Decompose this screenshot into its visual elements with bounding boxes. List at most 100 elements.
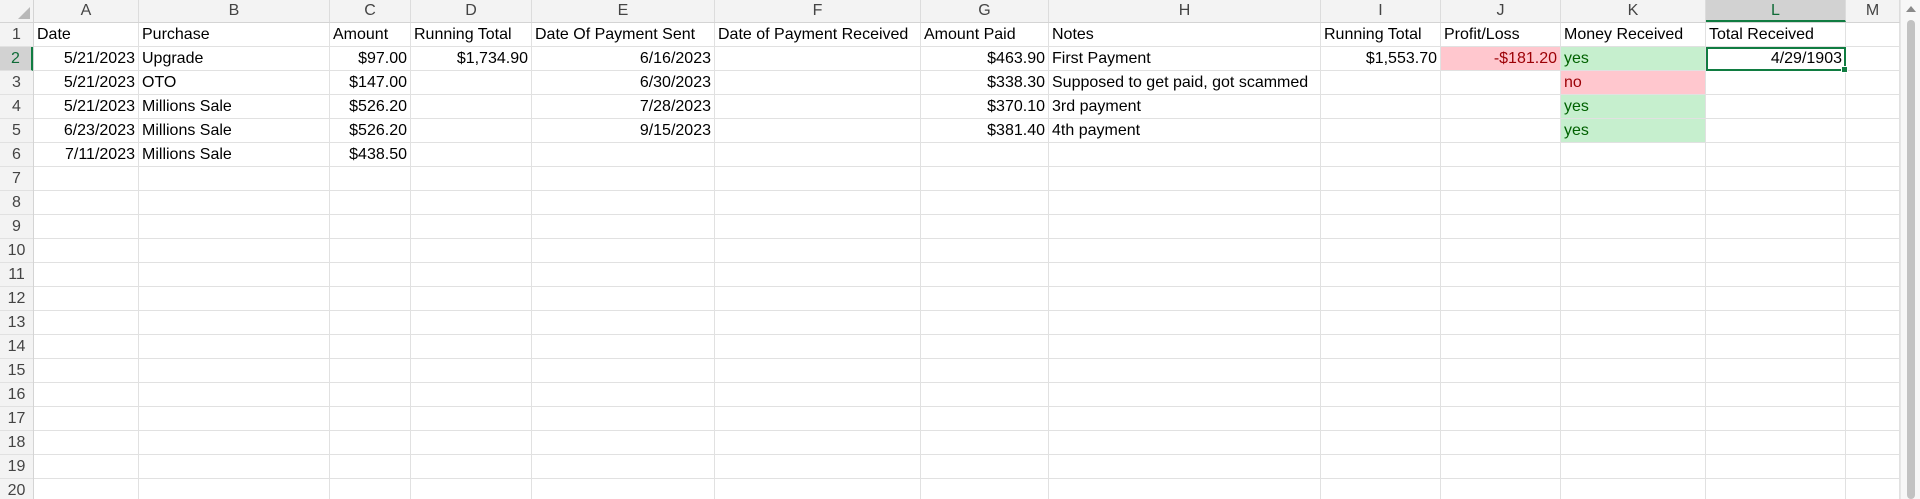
cell-a9[interactable]: [34, 215, 139, 239]
cell-m6[interactable]: [1846, 143, 1900, 167]
cell-j1[interactable]: Profit/Loss: [1441, 23, 1561, 47]
cell-d11[interactable]: [411, 263, 532, 287]
cell-c9[interactable]: [330, 215, 411, 239]
cell-i14[interactable]: [1321, 335, 1441, 359]
select-all-button[interactable]: [0, 0, 34, 23]
cell-m13[interactable]: [1846, 311, 1900, 335]
cell-i1[interactable]: Running Total: [1321, 23, 1441, 47]
cell-m15[interactable]: [1846, 359, 1900, 383]
cell-k9[interactable]: [1561, 215, 1706, 239]
cell-h20[interactable]: [1049, 479, 1321, 499]
cell-b3[interactable]: OTO: [139, 71, 330, 95]
cell-e10[interactable]: [532, 239, 715, 263]
cell-g14[interactable]: [921, 335, 1049, 359]
cell-c2[interactable]: $97.00: [330, 47, 411, 71]
cell-e5[interactable]: 9/15/2023: [532, 119, 715, 143]
cell-f13[interactable]: [715, 311, 921, 335]
cell-a3[interactable]: 5/21/2023: [34, 71, 139, 95]
cell-g3[interactable]: $338.30: [921, 71, 1049, 95]
cell-a17[interactable]: [34, 407, 139, 431]
cell-k11[interactable]: [1561, 263, 1706, 287]
cell-a11[interactable]: [34, 263, 139, 287]
cell-c14[interactable]: [330, 335, 411, 359]
cell-a8[interactable]: [34, 191, 139, 215]
cell-e12[interactable]: [532, 287, 715, 311]
cell-f10[interactable]: [715, 239, 921, 263]
cell-d9[interactable]: [411, 215, 532, 239]
cell-g2[interactable]: $463.90: [921, 47, 1049, 71]
column-header-f[interactable]: F: [715, 0, 921, 22]
cell-a16[interactable]: [34, 383, 139, 407]
cell-m17[interactable]: [1846, 407, 1900, 431]
row-header-11[interactable]: 11: [0, 263, 33, 287]
cell-b5[interactable]: Millions Sale: [139, 119, 330, 143]
cell-j11[interactable]: [1441, 263, 1561, 287]
cell-g13[interactable]: [921, 311, 1049, 335]
cell-f8[interactable]: [715, 191, 921, 215]
cell-b15[interactable]: [139, 359, 330, 383]
cell-b8[interactable]: [139, 191, 330, 215]
column-header-h[interactable]: H: [1049, 0, 1321, 22]
cell-f4[interactable]: [715, 95, 921, 119]
cell-c10[interactable]: [330, 239, 411, 263]
cell-h17[interactable]: [1049, 407, 1321, 431]
cell-g8[interactable]: [921, 191, 1049, 215]
cell-l14[interactable]: [1706, 335, 1846, 359]
cell-i10[interactable]: [1321, 239, 1441, 263]
column-header-c[interactable]: C: [330, 0, 411, 22]
cell-i13[interactable]: [1321, 311, 1441, 335]
cell-l15[interactable]: [1706, 359, 1846, 383]
cell-i18[interactable]: [1321, 431, 1441, 455]
cell-a18[interactable]: [34, 431, 139, 455]
cell-a13[interactable]: [34, 311, 139, 335]
cell-l19[interactable]: [1706, 455, 1846, 479]
cell-m2[interactable]: [1846, 47, 1900, 71]
column-header-a[interactable]: A: [34, 0, 139, 22]
cell-e16[interactable]: [532, 383, 715, 407]
cell-l9[interactable]: [1706, 215, 1846, 239]
row-header-8[interactable]: 8: [0, 191, 33, 215]
cell-h19[interactable]: [1049, 455, 1321, 479]
cell-j15[interactable]: [1441, 359, 1561, 383]
cell-k17[interactable]: [1561, 407, 1706, 431]
cell-d15[interactable]: [411, 359, 532, 383]
cell-e7[interactable]: [532, 167, 715, 191]
cell-k19[interactable]: [1561, 455, 1706, 479]
cell-d13[interactable]: [411, 311, 532, 335]
cell-k7[interactable]: [1561, 167, 1706, 191]
cell-i19[interactable]: [1321, 455, 1441, 479]
row-header-13[interactable]: 13: [0, 311, 33, 335]
cell-j8[interactable]: [1441, 191, 1561, 215]
cell-c3[interactable]: $147.00: [330, 71, 411, 95]
cell-k6[interactable]: [1561, 143, 1706, 167]
cell-l11[interactable]: [1706, 263, 1846, 287]
cell-a4[interactable]: 5/21/2023: [34, 95, 139, 119]
cell-g15[interactable]: [921, 359, 1049, 383]
cell-k20[interactable]: [1561, 479, 1706, 499]
cell-c15[interactable]: [330, 359, 411, 383]
cell-f19[interactable]: [715, 455, 921, 479]
cell-g5[interactable]: $381.40: [921, 119, 1049, 143]
cell-g12[interactable]: [921, 287, 1049, 311]
cell-c17[interactable]: [330, 407, 411, 431]
cell-e13[interactable]: [532, 311, 715, 335]
column-header-i[interactable]: I: [1321, 0, 1441, 22]
cell-h8[interactable]: [1049, 191, 1321, 215]
cell-i16[interactable]: [1321, 383, 1441, 407]
cell-b18[interactable]: [139, 431, 330, 455]
cell-j18[interactable]: [1441, 431, 1561, 455]
cell-h10[interactable]: [1049, 239, 1321, 263]
cell-a1[interactable]: Date: [34, 23, 139, 47]
cell-m19[interactable]: [1846, 455, 1900, 479]
cell-b9[interactable]: [139, 215, 330, 239]
cell-e17[interactable]: [532, 407, 715, 431]
cell-f1[interactable]: Date of Payment Received: [715, 23, 921, 47]
row-header-20[interactable]: 20: [0, 479, 33, 499]
cell-h4[interactable]: 3rd payment: [1049, 95, 1321, 119]
column-header-m[interactable]: M: [1846, 0, 1900, 22]
cell-j13[interactable]: [1441, 311, 1561, 335]
cell-m8[interactable]: [1846, 191, 1900, 215]
cell-h1[interactable]: Notes: [1049, 23, 1321, 47]
cell-a10[interactable]: [34, 239, 139, 263]
cell-g11[interactable]: [921, 263, 1049, 287]
